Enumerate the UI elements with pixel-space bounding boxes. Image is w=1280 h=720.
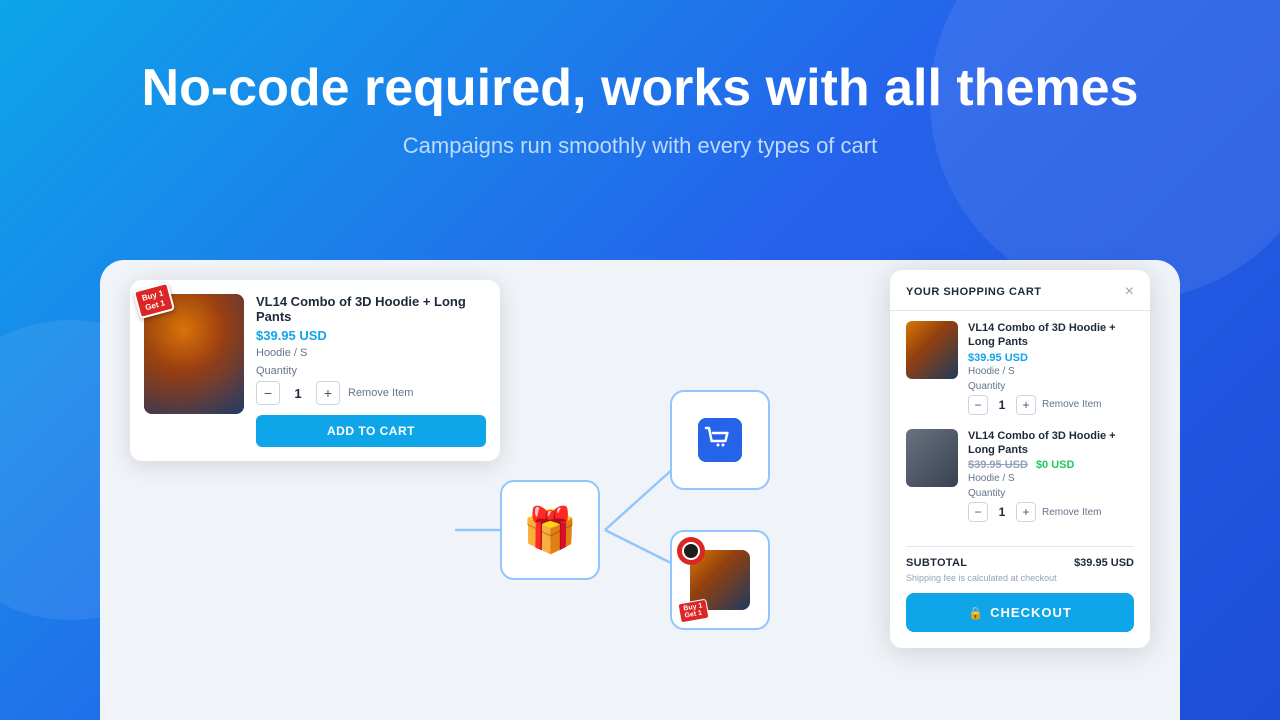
shopping-cart-icon	[694, 414, 746, 466]
add-to-cart-button[interactable]: ADD TO CART	[256, 415, 486, 447]
checkout-label: CHECKOUT	[990, 605, 1072, 620]
qty-label: Quantity	[256, 365, 486, 377]
cart-items-list: VL14 Combo of 3D Hoodie + Long Pants $39…	[890, 311, 1150, 546]
cart-box	[670, 390, 770, 490]
cart-header: YOUR SHOPPING CART ×	[890, 270, 1150, 311]
cart-qty-decrease[interactable]: −	[968, 502, 988, 522]
cart-item-name: VL14 Combo of 3D Hoodie + Long Pants	[968, 429, 1134, 458]
cart-item-variant: Hoodie / S	[968, 473, 1134, 484]
cart-item-name: VL14 Combo of 3D Hoodie + Long Pants	[968, 321, 1134, 350]
gift-box: 🎁	[500, 480, 600, 580]
cart-qty-increase[interactable]: +	[1016, 502, 1036, 522]
cart-item-price: $39.95 USD	[968, 352, 1134, 364]
subtotal-value: $39.95 USD	[1074, 557, 1134, 569]
qty-value: 1	[288, 386, 308, 401]
cart-qty-label: Quantity	[968, 488, 1134, 499]
cart-remove-link[interactable]: Remove Item	[1042, 399, 1101, 410]
cart-item-info: VL14 Combo of 3D Hoodie + Long Pants $39…	[968, 321, 1134, 415]
product-name: VL14 Combo of 3D Hoodie + Long Pants	[256, 294, 486, 324]
main-card: Buy 1Get 1 VL14 Combo of 3D Hoodie + Lon…	[100, 260, 1180, 720]
cart-item-free-price: $0 USD	[1036, 459, 1075, 471]
cart-item-variant: Hoodie / S	[968, 366, 1134, 377]
cart-item-image	[906, 429, 958, 487]
badge-box: Buy 1Get 1	[670, 530, 770, 630]
cart-close-button[interactable]: ×	[1125, 284, 1134, 300]
cart-remove-link[interactable]: Remove Item	[1042, 507, 1101, 518]
hero-subtitle: Campaigns run smoothly with every types …	[0, 133, 1280, 159]
product-popup: Buy 1Get 1 VL14 Combo of 3D Hoodie + Lon…	[130, 280, 500, 461]
cart-item-image	[906, 321, 958, 379]
cart-qty-row: − 1 + Remove Item	[968, 502, 1134, 522]
shipping-note: Shipping fee is calculated at checkout	[890, 573, 1150, 593]
qty-row: − 1 + Remove Item	[256, 381, 486, 405]
cart-qty-row: − 1 + Remove Item	[968, 395, 1134, 415]
cart-item: VL14 Combo of 3D Hoodie + Long Pants $39…	[906, 321, 1134, 415]
subtotal-label: SUBTOTAL	[906, 557, 967, 569]
hero-title: No-code required, works with all themes	[0, 60, 1280, 117]
cart-qty-decrease[interactable]: −	[968, 395, 988, 415]
lock-icon: 🔒	[968, 606, 984, 620]
cart-item-info: VL14 Combo of 3D Hoodie + Long Pants $39…	[968, 429, 1134, 523]
product-image-wrap: Buy 1Get 1	[144, 294, 244, 414]
gift-icon: 🎁	[523, 504, 578, 556]
product-price: $39.95 USD	[256, 328, 486, 343]
cart-panel: YOUR SHOPPING CART × VL14 Combo of 3D Ho…	[890, 270, 1150, 648]
cart-subtotal: SUBTOTAL $39.95 USD	[890, 557, 1150, 573]
cart-qty-label: Quantity	[968, 381, 1134, 392]
flow-diagram: 🎁 Buy 1Get 1	[450, 310, 860, 690]
cart-qty-value: 1	[994, 505, 1010, 519]
product-details: VL14 Combo of 3D Hoodie + Long Pants $39…	[256, 294, 486, 447]
product-variant: Hoodie / S	[256, 347, 486, 359]
cart-qty-increase[interactable]: +	[1016, 395, 1036, 415]
cart-title: YOUR SHOPPING CART	[906, 286, 1042, 298]
qty-decrease-btn[interactable]: −	[256, 381, 280, 405]
remove-item-link[interactable]: Remove Item	[348, 387, 413, 399]
checkout-button[interactable]: 🔒 CHECKOUT	[906, 593, 1134, 632]
cart-qty-value: 1	[994, 398, 1010, 412]
cart-item: VL14 Combo of 3D Hoodie + Long Pants $39…	[906, 429, 1134, 523]
qty-increase-btn[interactable]: +	[316, 381, 340, 405]
cart-divider	[906, 546, 1134, 547]
cart-item-original-price: $39.95 USD	[968, 459, 1028, 471]
